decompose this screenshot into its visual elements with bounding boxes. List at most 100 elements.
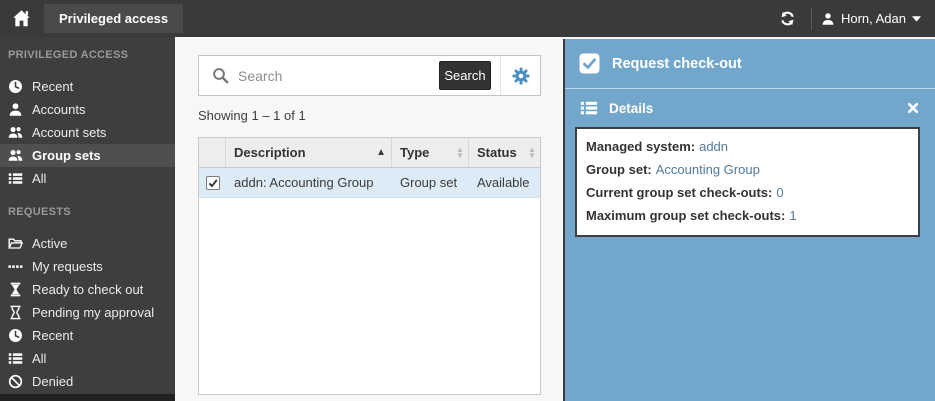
sidebar-section-requests: REQUESTS [0,190,175,222]
cell-type: Group set [392,175,469,190]
app-title: Privileged access [59,11,168,26]
sidebar-item-label: Ready to check out [32,282,143,297]
column-header-type[interactable]: Type ▲▼ [392,138,469,167]
detail-value: Accounting Group [656,162,760,177]
hourglass-filled-icon [8,282,23,297]
sidebar-item-accounts[interactable]: Accounts [0,98,175,121]
select-all-column-header[interactable] [199,138,226,167]
sidebar: PRIVILEGED ACCESS Recent Accounts Accoun… [0,37,175,401]
hourglass-outline-icon [8,305,23,320]
detail-field: Current group set check-outs:0 [586,181,908,204]
sidebar-scrollbar-track[interactable] [0,394,175,401]
results-column: Search Showing 1 – 1 of 1 Description ▲ … [175,37,563,401]
main-area: PRIVILEGED ACCESS Recent Accounts Accoun… [0,37,935,401]
column-header-description[interactable]: Description ▲ [226,138,392,167]
caret-down-icon [912,16,921,22]
sort-toggle-icon: ▲▼ [528,147,536,159]
list-icon [8,351,23,366]
user-icon [821,12,835,26]
home-icon [12,9,31,28]
details-header: Details [565,89,935,127]
close-details-button[interactable] [907,102,919,114]
column-label: Description [234,145,306,160]
gear-icon [512,67,530,85]
detail-value: 1 [789,208,796,223]
close-icon [907,102,919,114]
users-icon [8,148,23,163]
sidebar-item-label: Group sets [32,148,101,163]
list-icon [580,99,598,117]
folder-open-icon [8,236,23,251]
detail-label: Current group set check-outs: [586,185,772,200]
table-row[interactable]: addn: Accounting Group Group set Availab… [199,168,540,198]
home-button[interactable] [8,6,34,32]
sidebar-item-label: Account sets [32,125,106,140]
search-input[interactable] [238,68,439,84]
detail-value: addn [699,139,728,154]
privileged-access-tab[interactable]: Privileged access [44,4,183,33]
sidebar-item-label: Active [32,236,67,251]
sidebar-item-label: All [32,171,46,186]
sidebar-item-label: All [32,351,46,366]
sidebar-item-group-sets[interactable]: Group sets [0,144,175,167]
detail-label: Maximum group set check-outs: [586,208,785,223]
cell-description: addn: Accounting Group [226,175,392,190]
check-icon [207,177,219,189]
sidebar-item-denied[interactable]: Denied [0,370,175,393]
topbar-separator [811,8,812,30]
detail-label: Group set: [586,162,652,177]
top-bar: Privileged access Horn, Adan [0,0,935,37]
row-checkbox[interactable] [206,176,220,190]
sidebar-item-all[interactable]: All [0,167,175,190]
users-icon [8,125,23,140]
clock-icon [8,328,23,343]
table-empty-area [199,198,540,394]
user-menu-button[interactable]: Horn, Adan [821,11,921,26]
settings-button[interactable] [500,56,540,95]
sidebar-item-account-sets[interactable]: Account sets [0,121,175,144]
sidebar-item-label: Recent [32,79,73,94]
sidebar-item-label: Pending my approval [32,305,154,320]
column-header-status[interactable]: Status ▲▼ [469,138,540,167]
sidebar-item-recent[interactable]: Recent [0,75,175,98]
cell-status: Available [469,175,540,190]
request-checkout-title: Request check-out [612,56,742,72]
sort-ascending-icon: ▲ [376,148,386,158]
refresh-button[interactable] [774,5,802,33]
row-checkbox-cell [199,176,226,190]
detail-field: Group set: Accounting Group [586,158,908,181]
sidebar-item-all-requests[interactable]: All [0,347,175,370]
sidebar-item-recent-requests[interactable]: Recent [0,324,175,347]
ellipsis-icon [8,259,23,274]
list-icon [8,171,23,186]
detail-field: Maximum group set check-outs: 1 [586,204,908,227]
results-table: Description ▲ Type ▲▼ Status ▲▼ [198,137,541,395]
sidebar-item-label: My requests [32,259,103,274]
request-checkout-panel: Request check-out Details Managed system… [563,39,935,401]
clock-icon [8,79,23,94]
user-icon [8,102,23,117]
search-panel: Search [198,55,541,96]
sidebar-item-ready-to-check-out[interactable]: Ready to check out [0,278,175,301]
detail-label: Managed system: [586,139,695,154]
table-header-row: Description ▲ Type ▲▼ Status ▲▼ [199,138,540,168]
column-label: Type [400,145,429,160]
ban-icon [8,374,23,389]
column-label: Status [477,145,517,160]
details-title: Details [609,101,653,116]
results-summary: Showing 1 – 1 of 1 [198,108,563,125]
user-name: Horn, Adan [841,11,906,26]
request-checkout-header[interactable]: Request check-out [565,39,935,89]
sidebar-item-pending-my-approval[interactable]: Pending my approval [0,301,175,324]
checked-box-icon [579,53,600,74]
sort-toggle-icon: ▲▼ [456,147,464,159]
refresh-icon [779,10,796,27]
detail-field: Managed system: addn [586,135,908,158]
search-button[interactable]: Search [439,61,491,90]
sidebar-item-active[interactable]: Active [0,232,175,255]
sidebar-item-my-requests[interactable]: My requests [0,255,175,278]
details-box: Managed system: addn Group set: Accounting… [575,127,920,237]
sidebar-item-label: Accounts [32,102,85,117]
sidebar-item-label: Recent [32,328,73,343]
sidebar-section-privileged-access: PRIVILEGED ACCESS [0,37,175,65]
